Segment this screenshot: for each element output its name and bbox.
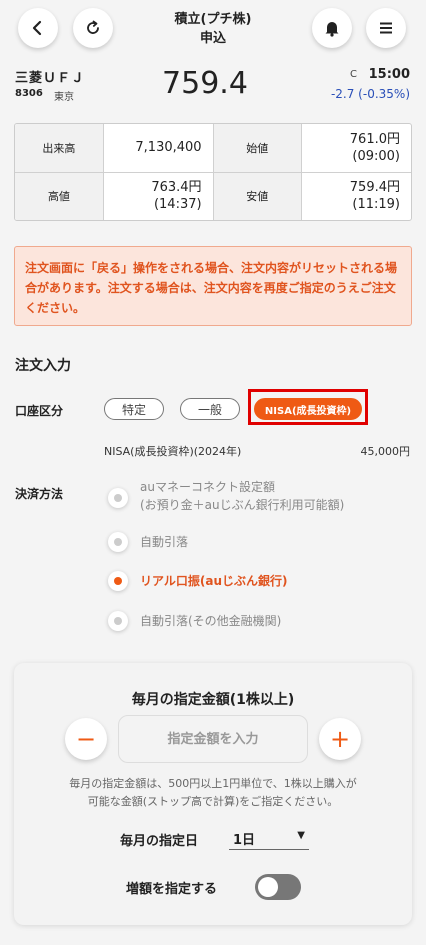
payment-radio-au-money-connect[interactable]	[108, 488, 128, 508]
increase-amount-label: 増額を指定する	[126, 882, 218, 897]
volume-label: 出来高	[15, 124, 104, 173]
stock-market: 東京	[54, 92, 74, 103]
high-value: 763.4円 (14:37)	[102, 171, 214, 220]
toggle-knob	[258, 877, 278, 897]
warning-notice: 注文画面に「戻る」操作をされる場合、注文内容がリセットされる場合があります。注文…	[14, 246, 412, 326]
selection-highlight-frame	[248, 389, 368, 425]
table-row: 高値 763.4円 (14:37) 安値 759.4円 (11:19)	[15, 171, 411, 220]
back-button[interactable]	[18, 8, 58, 48]
account-type-label: 口座区分	[15, 404, 64, 418]
monthly-amount-input[interactable]	[118, 715, 308, 763]
page-title-line2: 申込	[199, 31, 226, 46]
nisa-limit-amount: 45,000円	[360, 445, 411, 458]
account-option-tokutei[interactable]: 特定	[104, 398, 164, 420]
stock-price: 759.4	[162, 66, 248, 101]
monthly-day-label: 毎月の指定日	[120, 834, 199, 849]
payment-radio-real-transfer[interactable]	[108, 571, 128, 591]
monthly-amount-title: 毎月の指定金額(1株以上)	[131, 692, 295, 708]
stock-code: 8306	[15, 88, 43, 99]
open-label: 始値	[212, 124, 302, 173]
payment-option-real-transfer[interactable]: リアル口振(auじぶん銀行)	[140, 572, 288, 590]
plus-icon: +	[329, 725, 351, 753]
high-label: 高値	[15, 171, 104, 220]
open-value: 761.0円 (09:00)	[300, 124, 411, 173]
increase-amount-toggle[interactable]	[255, 874, 301, 900]
order-section-title: 注文入力	[15, 358, 71, 374]
monthly-day-value: 1日	[233, 833, 256, 848]
caret-down-icon: ▼	[297, 830, 305, 841]
minus-icon: −	[75, 725, 97, 753]
monthly-day-select[interactable]: 1日 ▼	[229, 826, 309, 850]
payment-method-label: 決済方法	[15, 487, 64, 501]
payment-option-au-money-connect[interactable]: auマネーコネクト設定額 (お預り金＋auじぶん銀行利用可能額)	[140, 478, 344, 514]
price-time: 15:00	[368, 67, 410, 82]
bell-icon	[325, 22, 339, 37]
low-value: 759.4円 (11:19)	[300, 171, 411, 220]
volume-value: 7,130,400	[102, 124, 214, 173]
decrease-amount-button[interactable]: −	[65, 718, 107, 760]
increase-amount-button[interactable]: +	[319, 718, 361, 760]
monthly-amount-card: 毎月の指定金額(1株以上) − + 毎月の指定金額は、500円以上1円単位で、1…	[14, 663, 412, 925]
payment-option-auto-debit-other[interactable]: 自動引落(その他金融機関)	[140, 612, 281, 630]
hamburger-menu-icon	[380, 22, 392, 34]
price-flag: C	[350, 69, 357, 80]
low-label: 安値	[212, 171, 302, 220]
stock-name: 三菱ＵＦＪ	[15, 71, 86, 86]
price-change: -2.7 (-0.35%)	[330, 87, 410, 101]
payment-radio-auto-debit[interactable]	[108, 532, 128, 552]
account-option-ippan[interactable]: 一般	[180, 398, 240, 420]
app-header: 積立(プチ株) 申込	[0, 0, 426, 60]
nisa-limit-label: NISA(成長投資枠)(2024年)	[104, 445, 242, 458]
table-row: 出来高 7,130,400 始値 761.0円 (09:00)	[15, 124, 411, 173]
page-title-line1: 積立(プチ株)	[174, 12, 252, 27]
payment-radio-auto-debit-other[interactable]	[108, 611, 128, 631]
menu-button[interactable]	[366, 8, 406, 48]
notification-button[interactable]	[312, 8, 352, 48]
chevron-left-icon	[32, 20, 42, 36]
quote-table: 出来高 7,130,400 始値 761.0円 (09:00) 高値 763.4円…	[14, 123, 412, 221]
monthly-amount-note: 毎月の指定金額は、500円以上1円単位で、1株以上購入が 可能な金額(ストップ高…	[69, 777, 357, 808]
page-title: 積立(プチ株) 申込	[100, 10, 326, 48]
stock-summary: 三菱ＵＦＪ 8306 東京 759.4 C 15:00 -2.7 (-0.35%…	[0, 64, 426, 108]
payment-option-auto-debit[interactable]: 自動引落	[140, 533, 188, 551]
